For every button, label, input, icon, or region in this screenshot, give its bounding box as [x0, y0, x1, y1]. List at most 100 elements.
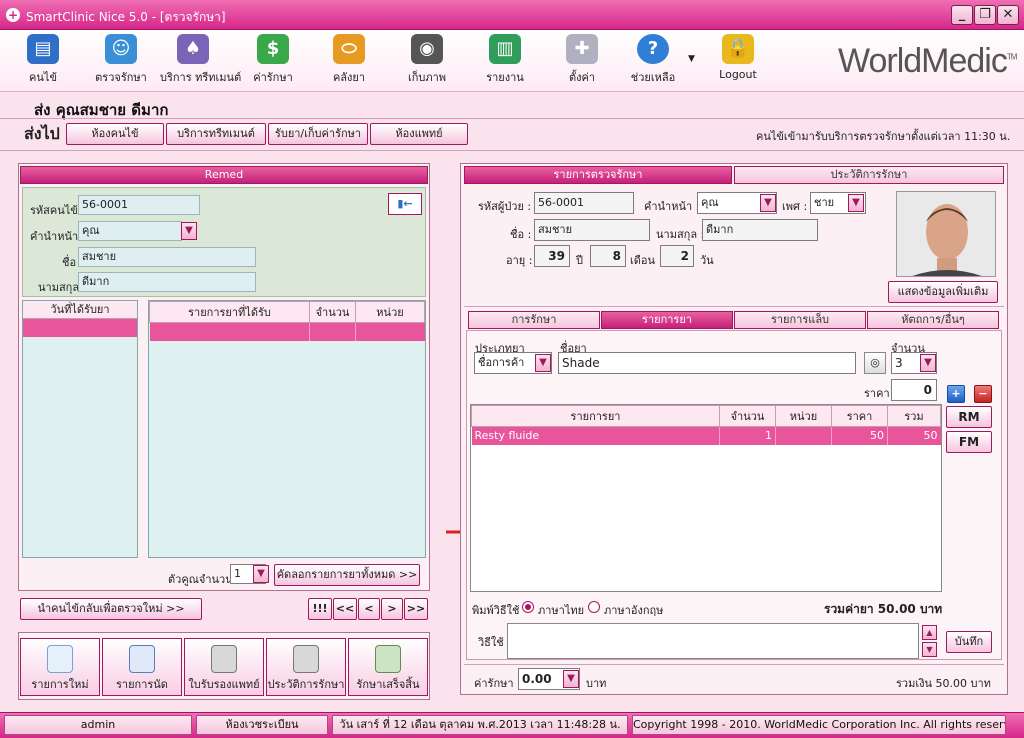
send-patient-room-button[interactable]: ห้องคนไข้ — [66, 123, 164, 145]
radio-english[interactable] — [588, 601, 600, 613]
exam-age-days: 2 — [660, 245, 694, 267]
subtab-procedures[interactable]: หัตถการ/อื่นๆ — [867, 311, 999, 329]
exam-surname-label: นามสกุล : — [656, 228, 705, 241]
help-icon: ? — [637, 34, 669, 64]
return-patient-button[interactable]: นำคนไข้กลับเพื่อตรวจใหม่ >> — [20, 598, 202, 620]
medical-certificate-button[interactable]: ใบรับรองแพทย์ — [184, 638, 264, 696]
drug-price-input[interactable]: 0 — [891, 379, 937, 401]
table-row[interactable]: Resty fluide 1 50 50 — [471, 426, 941, 445]
nav-next-button[interactable]: > — [381, 598, 403, 620]
remed-date-header: วันที่ได้รับยา — [23, 301, 137, 319]
chevron-down-icon[interactable]: ▼ — [760, 194, 776, 212]
help-dropdown-icon[interactable]: ▼ — [688, 54, 695, 64]
nav-prev-page-button[interactable]: << — [333, 598, 357, 620]
send-doctor-room-button[interactable]: ห้องแพทย์ — [370, 123, 468, 145]
rm-button[interactable]: RM — [946, 406, 992, 428]
drug-name-input[interactable]: Shade — [558, 352, 856, 374]
fm-button[interactable]: FM — [946, 431, 992, 453]
treatment-history-button[interactable]: ประวัติการรักษา — [266, 638, 346, 696]
people-check-icon — [375, 645, 401, 673]
toolbar-label: เก็บภาพ — [407, 71, 447, 84]
exam-hn-label: รหัสผู้ป่วย : — [478, 200, 532, 213]
show-more-info-button[interactable]: แสดงข้อมูลเพิ่มเติม — [888, 281, 998, 303]
drug-table[interactable]: รายการยา จำนวน หน่วย ราคา รวม Resty flui… — [470, 404, 942, 592]
nav-last-button[interactable]: >> — [404, 598, 428, 620]
drug-col-total: รวม — [887, 405, 941, 427]
tab-exam-list[interactable]: รายการตรวจรักษา — [464, 166, 732, 184]
toolbar-help[interactable]: ? ช่วยเหลือ — [620, 34, 686, 90]
exam-month-label: เดือน — [630, 254, 656, 267]
save-button[interactable]: บันทึก — [946, 631, 992, 653]
scroll-up-icon[interactable]: ▲ — [922, 625, 937, 640]
close-button[interactable]: ✕ — [997, 5, 1019, 25]
restore-button[interactable]: ❐ — [974, 5, 996, 25]
remed-selected-row[interactable] — [149, 322, 425, 341]
toolbar-label: คนไข้ — [29, 71, 57, 84]
toolbar-logout[interactable]: 🔒 Logout — [705, 34, 771, 90]
remed-surname-field[interactable]: ดีมาก — [78, 272, 256, 292]
chevron-down-icon[interactable]: ▼ — [920, 354, 936, 372]
money-icon: $ — [257, 34, 289, 64]
chevron-down-icon[interactable]: ▼ — [181, 222, 197, 240]
copy-all-drugs-button[interactable]: คัดลอกรายการยาทั้งหมด >> — [274, 564, 420, 586]
toolbar-exam[interactable]: ☺ ตรวจรักษา — [88, 34, 154, 90]
toolbar-patient[interactable]: ▤ คนไข้ — [10, 34, 76, 90]
tab-treatment-history[interactable]: ประวัติการรักษา — [734, 166, 1004, 184]
title-bar: + SmartClinic Nice 5.0 - [ตรวจรักษา] _ ❐… — [0, 0, 1024, 30]
radio-thai[interactable] — [522, 601, 534, 613]
minimize-button[interactable]: _ — [951, 5, 973, 25]
exam-surname-field[interactable]: ดีมาก — [702, 219, 818, 241]
radio-english-label: ภาษาอังกฤษ — [604, 604, 664, 617]
subtab-drugs[interactable]: รายการยา — [601, 311, 733, 329]
toolbar-photo[interactable]: ◉ เก็บภาพ — [394, 34, 460, 90]
exam-age-label: อายุ : — [506, 254, 533, 267]
drug-col-qty: จำนวน — [719, 405, 776, 427]
subtab-treatment[interactable]: การรักษา — [468, 311, 600, 329]
nav-first-button[interactable]: !!! — [308, 598, 332, 620]
scroll-down-icon[interactable]: ▼ — [922, 642, 937, 657]
send-to-label: ส่งไป — [24, 124, 60, 143]
remed-title: Remed — [20, 166, 428, 184]
appointments-button[interactable]: รายการนัด — [102, 638, 182, 696]
send-treatment-button[interactable]: บริการทรีทเมนต์ — [166, 123, 266, 145]
radio-thai-label: ภาษาไทย — [538, 604, 585, 617]
search-icon[interactable]: ◎ — [864, 352, 886, 374]
fee-label: ค่ารักษา : — [474, 677, 521, 690]
nav-prev-button[interactable]: < — [358, 598, 380, 620]
remed-drug-list[interactable]: รายการยาที่ได้รับ จำนวน หน่วย — [148, 300, 426, 558]
exit-door-icon[interactable]: ▮← — [388, 193, 422, 215]
drug-price-label: ราคา — [864, 387, 890, 400]
usage-textarea[interactable] — [507, 623, 919, 659]
exam-day-label: วัน — [700, 254, 714, 267]
report-chart-icon: ▥ — [489, 34, 521, 64]
toolbar-pharmacy[interactable]: ⬭ คลังยา — [316, 34, 382, 90]
toolbar-fee[interactable]: $ ค่ารักษา — [240, 34, 306, 90]
toolbar-treatment[interactable]: ♠ บริการ ทรีทเมนต์ — [160, 34, 242, 90]
new-record-button[interactable]: รายการใหม่ — [20, 638, 100, 696]
status-datetime: วัน เสาร์ ที่ 12 เดือน ตุลาคม พ.ศ.2013 เ… — [332, 715, 628, 735]
exam-year-label: ปี — [576, 254, 583, 267]
remove-drug-icon[interactable]: − — [974, 385, 992, 403]
chevron-down-icon[interactable]: ▼ — [253, 565, 269, 583]
chevron-down-icon[interactable]: ▼ — [848, 194, 864, 212]
subtab-lab[interactable]: รายการแล็บ — [734, 311, 866, 329]
remed-name-field[interactable]: สมชาย — [78, 247, 256, 267]
toolbar-settings[interactable]: ✚ ตั้งค่า — [549, 34, 615, 90]
toolbar-label: บริการ ทรีทเมนต์ — [160, 71, 242, 84]
remed-prefix-select[interactable]: คุณ — [78, 221, 182, 241]
remed-hn-field[interactable]: 56-0001 — [78, 195, 200, 215]
printer-icon — [211, 645, 237, 673]
remed-date-selected-row[interactable] — [23, 319, 137, 337]
exam-name-field[interactable]: สมชาย — [534, 219, 650, 241]
toolbar-report[interactable]: ▥ รายงาน — [472, 34, 538, 90]
window-title: SmartClinic Nice 5.0 - [ตรวจรักษา] — [26, 10, 226, 24]
chevron-down-icon[interactable]: ▼ — [563, 670, 579, 688]
chevron-down-icon[interactable]: ▼ — [535, 354, 551, 372]
add-drug-icon[interactable]: + — [947, 385, 965, 403]
finish-treatment-button[interactable]: รักษาเสร็จสิ้น — [348, 638, 428, 696]
send-pharmacy-button[interactable]: รับยา/เก็บค่ารักษา — [268, 123, 368, 145]
exam-hn-field[interactable]: 56-0001 — [534, 192, 634, 214]
remed-date-list[interactable]: วันที่ได้รับยา — [22, 300, 138, 558]
patient-book-icon: ▤ — [27, 34, 59, 64]
toolbar-label: ค่ารักษา — [253, 71, 293, 84]
